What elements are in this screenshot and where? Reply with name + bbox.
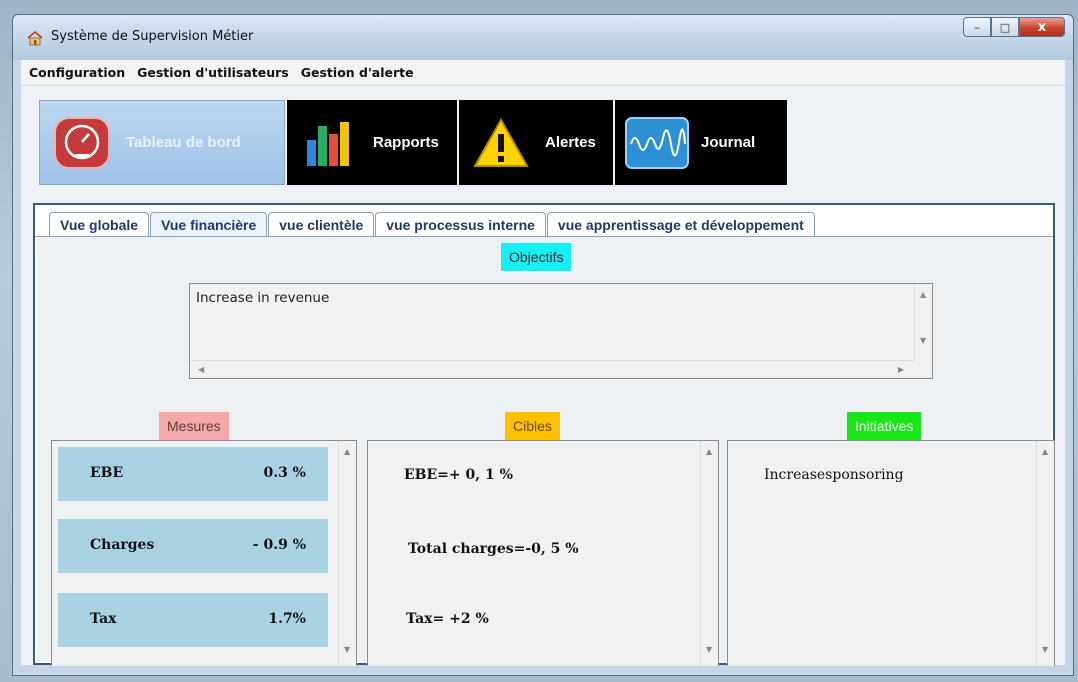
tab-vue-financiere[interactable]: Vue financière	[150, 212, 268, 236]
objectives-textarea[interactable]: Increase in revenue ▲ ▼ ◀ ▶	[189, 283, 933, 379]
measure-row[interactable]: EBE 0.3 %	[58, 447, 328, 501]
menu-bar: Configuration Gestion d'utilisateurs Ges…	[21, 60, 1065, 86]
bar-chart-icon	[297, 115, 361, 171]
tab-vue-clientele[interactable]: vue clientèle	[268, 212, 375, 236]
content-area: Tableau de bord Rapports Alertes Journal…	[21, 86, 1065, 666]
scroll-right-icon[interactable]: ▶	[898, 365, 904, 374]
tab-vue-apprentissage[interactable]: vue apprentissage et développement	[546, 212, 815, 236]
tab-journal[interactable]: Journal	[615, 100, 787, 185]
measure-value: 1.7%	[268, 611, 306, 627]
tab-label: Tableau de bord	[126, 134, 241, 151]
scroll-up-icon[interactable]: ▲	[920, 290, 926, 299]
tab-label: Rapports	[373, 134, 439, 151]
cible-item: Total charges=-0, 5 %	[408, 541, 579, 557]
close-button[interactable]: x	[1019, 17, 1065, 37]
home-icon	[27, 30, 43, 46]
menu-gestion-alerte[interactable]: Gestion d'alerte	[295, 65, 420, 80]
objectives-text: Increase in revenue	[196, 290, 330, 306]
menu-configuration[interactable]: Configuration	[21, 65, 131, 80]
sub-tab-bar: Vue globale Vue financière vue clientèle…	[49, 212, 816, 236]
initiatives-list: Increasesponsoring ▲ ▼	[727, 440, 1055, 666]
cibles-list: EBE=+ 0, 1 % Total charges=-0, 5 % Tax= …	[367, 440, 719, 666]
scroll-down-icon[interactable]: ▼	[344, 645, 350, 654]
mesures-scrollbar[interactable]: ▲ ▼	[338, 441, 356, 666]
scroll-down-icon[interactable]: ▼	[706, 645, 712, 654]
cible-item: EBE=+ 0, 1 %	[404, 467, 513, 483]
measure-name: Charges	[90, 537, 155, 553]
scroll-down-icon[interactable]: ▼	[920, 336, 926, 345]
cible-item: Tax= +2 %	[406, 611, 489, 627]
measure-row[interactable]: Tax 1.7%	[58, 593, 328, 647]
warning-icon	[469, 115, 533, 171]
measure-name: EBE	[90, 465, 124, 481]
cibles-header: Cibles	[505, 412, 560, 440]
vue-financiere-panel: Objectifs Increase in revenue ▲ ▼ ◀ ▶ Me…	[37, 237, 1055, 666]
mesures-header: Mesures	[159, 412, 229, 440]
tab-label: Journal	[701, 134, 756, 151]
menu-gestion-utilisateurs[interactable]: Gestion d'utilisateurs	[131, 65, 295, 80]
tab-label: Alertes	[545, 134, 596, 151]
scroll-up-icon[interactable]: ▲	[344, 447, 350, 456]
objectives-vertical-scrollbar[interactable]: ▲ ▼	[914, 284, 932, 360]
tableau-de-bord-panel: Vue globale Vue financière vue clientèle…	[33, 203, 1055, 666]
tab-alertes[interactable]: Alertes	[459, 100, 613, 185]
measure-row[interactable]: Charges - 0.9 %	[58, 519, 328, 573]
measure-name: Tax	[90, 611, 117, 627]
objectives-horizontal-scrollbar[interactable]: ◀ ▶	[190, 360, 914, 378]
scroll-left-icon[interactable]: ◀	[198, 365, 204, 374]
objectifs-header: Objectifs	[501, 243, 572, 271]
tab-tableau-de-bord[interactable]: Tableau de bord	[39, 100, 285, 185]
tab-rapports[interactable]: Rapports	[287, 100, 457, 185]
initiative-item: Increasesponsoring	[764, 467, 904, 483]
measure-value: - 0.9 %	[252, 537, 306, 553]
scroll-up-icon[interactable]: ▲	[706, 447, 712, 456]
window-title: Système de Supervision Métier	[51, 29, 254, 44]
measure-value: 0.3 %	[263, 465, 306, 481]
gauge-icon	[50, 115, 114, 171]
cibles-scrollbar[interactable]: ▲ ▼	[700, 441, 718, 666]
main-tab-bar: Tableau de bord Rapports Alertes Journal	[39, 100, 789, 185]
app-window: Système de Supervision Métier – □ x Conf…	[12, 14, 1074, 676]
title-bar[interactable]: Système de Supervision Métier – □ x	[13, 15, 1073, 60]
scroll-down-icon[interactable]: ▼	[1042, 645, 1048, 654]
initiatives-scrollbar[interactable]: ▲ ▼	[1036, 441, 1054, 666]
tab-vue-globale[interactable]: Vue globale	[49, 212, 150, 236]
minimize-button[interactable]: –	[963, 17, 991, 37]
maximize-button[interactable]: □	[991, 17, 1019, 37]
initiatives-header: Initiatives	[847, 412, 922, 440]
mesures-list: EBE 0.3 % Charges - 0.9 % Tax 1.7% ▲ ▼	[51, 440, 357, 666]
scroll-up-icon[interactable]: ▲	[1042, 447, 1048, 456]
tab-vue-processus-interne[interactable]: vue processus interne	[375, 212, 546, 236]
waveform-icon	[625, 115, 689, 171]
